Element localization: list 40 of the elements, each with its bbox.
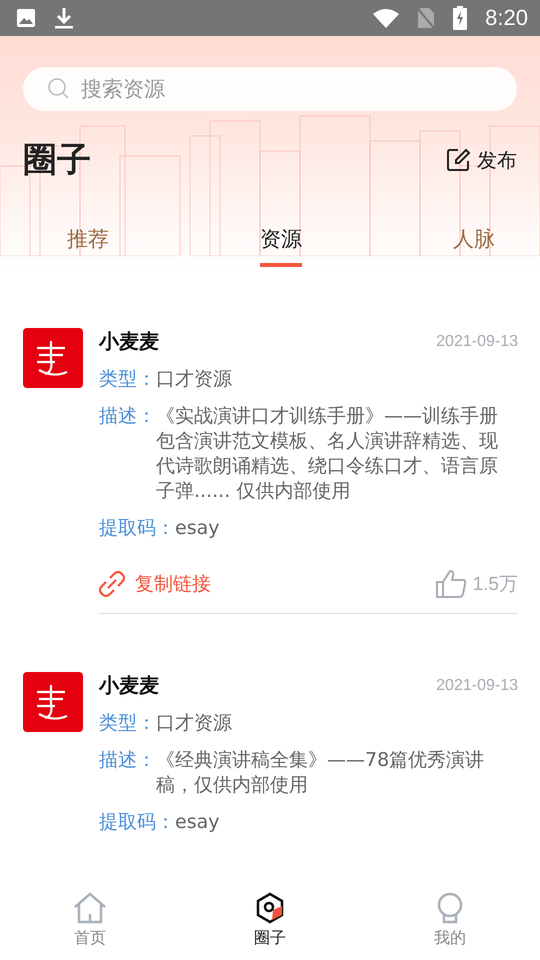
post-date: 2021-09-13 — [436, 676, 518, 694]
field-value: 《实战演讲口才训练手册》——训练手册包含演讲范文模板、名人演讲辞精选、现代诗歌朗诵精选、绕口令练口才、语言原子弹...... 仅供内部使用 — [156, 404, 499, 504]
edit-icon — [447, 148, 471, 172]
author-name: 小麦麦 — [99, 328, 159, 355]
download-icon — [54, 7, 74, 29]
field-value: 口才资源 — [156, 711, 232, 736]
nav-item[interactable]: 首页 — [0, 880, 180, 960]
status-time: 8:20 — [485, 5, 528, 31]
nav-item[interactable]: 我的 — [360, 880, 540, 960]
tab[interactable]: 推荐 — [67, 225, 109, 267]
profile-icon — [435, 892, 465, 924]
copy-link-button[interactable]: 复制链接 — [99, 571, 211, 597]
battery-charging-icon — [453, 6, 468, 30]
field-label: 提取码： — [99, 516, 175, 541]
image-icon — [16, 8, 36, 28]
search-icon — [47, 77, 71, 101]
publish-button[interactable]: 发布 — [447, 146, 517, 174]
field-value: 《经典演讲稿全集》——78篇优秀演讲稿，仅供内部使用 — [156, 748, 486, 798]
no-sim-icon — [417, 7, 436, 29]
wifi-icon — [373, 8, 400, 28]
field-value: esay — [175, 516, 220, 541]
author-name: 小麦麦 — [99, 672, 159, 699]
field-label: 描述： — [99, 404, 156, 429]
nav-item[interactable]: 圈子 — [180, 880, 360, 960]
link-icon — [99, 571, 125, 597]
search-field[interactable]: 搜索资源 — [23, 67, 517, 111]
tab[interactable]: 人脉 — [453, 225, 495, 267]
tab[interactable]: 资源 — [260, 225, 302, 267]
post-date: 2021-09-13 — [436, 332, 518, 350]
home-icon — [73, 892, 107, 924]
field-label: 类型： — [99, 367, 156, 392]
thumbs-up-icon — [434, 569, 467, 599]
field-label: 提取码： — [99, 810, 175, 835]
field-label: 描述： — [99, 748, 156, 773]
hexagon-icon — [255, 892, 285, 924]
field-value: 口才资源 — [156, 367, 232, 392]
field-label: 类型： — [99, 711, 156, 736]
field-value: esay — [175, 810, 220, 835]
like-count: 1.5万 — [472, 573, 518, 597]
page-title: 圈子 — [23, 139, 91, 182]
